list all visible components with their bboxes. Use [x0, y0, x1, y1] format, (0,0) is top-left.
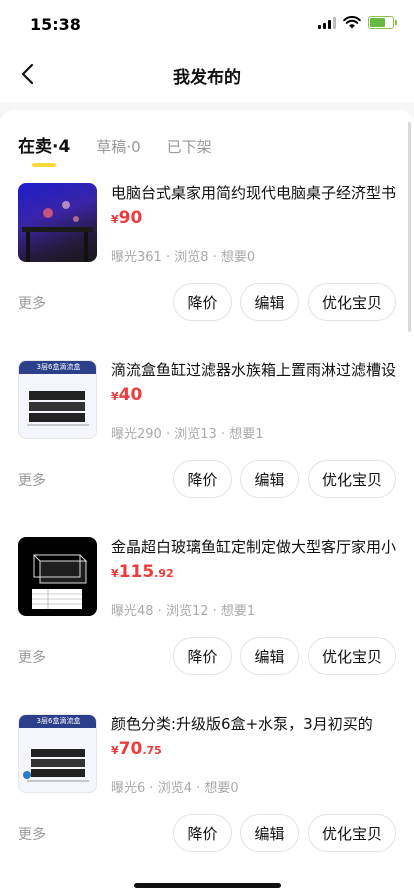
reduce-price-button[interactable]: 降价: [173, 814, 232, 852]
listing-item[interactable]: 金晶超白玻璃鱼缸定制定做大型客厅家用小 ¥115.92 曝光48 · 浏览12 …: [0, 537, 414, 714]
page-title: 我发布的: [173, 68, 241, 88]
currency-symbol: ¥: [111, 744, 119, 757]
more-button[interactable]: 更多: [18, 293, 46, 313]
reduce-price-button[interactable]: 降价: [173, 460, 232, 498]
edit-button[interactable]: 编辑: [240, 637, 299, 675]
currency-symbol: ¥: [111, 390, 119, 403]
listing-thumbnail[interactable]: [18, 537, 97, 616]
listing-stats: 曝光6 · 浏览4 · 想要0: [111, 781, 239, 796]
edit-button[interactable]: 编辑: [240, 814, 299, 852]
optimize-button[interactable]: 优化宝贝: [308, 637, 396, 675]
want-count: 想要0: [220, 250, 256, 265]
more-button[interactable]: 更多: [18, 647, 46, 667]
edit-button[interactable]: 编辑: [240, 283, 299, 321]
listing-stats: 曝光361 · 浏览8 · 想要0: [111, 250, 256, 265]
view-count: 浏览12: [165, 604, 209, 619]
more-button[interactable]: 更多: [18, 470, 46, 490]
view-count: 浏览4: [157, 781, 192, 796]
listing-thumbnail[interactable]: 3层6盒滴流盒: [18, 360, 97, 439]
exposure-count: 曝光6: [111, 781, 146, 796]
price-integer: 40: [118, 385, 143, 405]
tab-label: 草稿: [96, 138, 127, 156]
active-tab-underline: [32, 163, 56, 167]
thumbnail-banner: 3层6盒滴流盒: [19, 361, 96, 374]
battery-charging-icon: [368, 16, 397, 29]
listing-item[interactable]: 3层6盒滴流盒 颜色分类:升级版6盒+水泵，3月初买的 ¥70.75 曝光6 ·…: [0, 714, 414, 891]
price-decimal: .92: [154, 567, 174, 580]
listing-price: ¥90: [111, 208, 142, 228]
status-tabs: 在卖·4 草稿·0 已下架: [18, 132, 212, 167]
status-bar: 15:38: [0, 0, 414, 48]
wifi-icon: [343, 16, 361, 29]
listing-thumbnail[interactable]: 3层6盒滴流盒: [18, 714, 97, 793]
listing-title[interactable]: 滴流盒鱼缸过滤器水族箱上置雨淋过滤槽设: [111, 360, 401, 380]
listing-title[interactable]: 颜色分类:升级版6盒+水泵，3月初买的: [111, 714, 401, 734]
listing-price: ¥115.92: [111, 562, 174, 582]
tab-on-sale[interactable]: 在卖·4: [18, 132, 71, 167]
desk-photo-icon: [22, 201, 93, 262]
listing-stats: 曝光48 · 浏览12 · 想要1: [111, 604, 256, 619]
price-decimal: .75: [142, 744, 162, 757]
listing-thumbnail[interactable]: [18, 183, 97, 262]
price-integer: 90: [118, 208, 143, 228]
listing-title[interactable]: 电脑台式桌家用简约现代电脑桌子经济型书: [111, 183, 401, 203]
tab-count: ·4: [52, 137, 71, 157]
currency-symbol: ¥: [111, 213, 119, 226]
home-indicator[interactable]: [134, 883, 281, 888]
status-time: 15:38: [30, 15, 81, 34]
want-count: 想要0: [204, 781, 239, 796]
status-icons: [318, 16, 397, 29]
edit-button[interactable]: 编辑: [240, 460, 299, 498]
reduce-price-button[interactable]: 降价: [173, 283, 232, 321]
tab-delisted[interactable]: 已下架: [167, 136, 212, 157]
want-count: 想要1: [229, 427, 264, 442]
tab-count: ·0: [126, 138, 141, 156]
currency-symbol: ¥: [111, 567, 119, 580]
view-count: 浏览13: [174, 427, 217, 442]
price-integer: 70: [118, 739, 143, 759]
reduce-price-button[interactable]: 降价: [173, 637, 232, 675]
listing-price: ¥40: [111, 385, 142, 405]
optimize-button[interactable]: 优化宝贝: [308, 814, 396, 852]
listing-title[interactable]: 金晶超白玻璃鱼缸定制定做大型客厅家用小: [111, 537, 401, 557]
nav-bar: 我发布的: [0, 48, 414, 102]
listings-panel: 在卖·4 草稿·0 已下架 电脑台式桌家用简约现代电脑桌子经济型书 ¥90 曝光…: [0, 110, 414, 896]
thumbnail-banner: 3层6盒滴流盒: [19, 715, 96, 728]
fish-tank-photo-icon: [32, 554, 88, 609]
tab-label: 在卖: [18, 137, 52, 157]
optimize-button[interactable]: 优化宝贝: [308, 283, 396, 321]
price-integer: 115: [118, 562, 155, 582]
optimize-button[interactable]: 优化宝贝: [308, 460, 396, 498]
view-count: 浏览8: [174, 250, 209, 265]
listing-price: ¥70.75: [111, 739, 162, 759]
tab-drafts[interactable]: 草稿·0: [96, 136, 140, 157]
signal-icon: [318, 16, 336, 29]
listing-item[interactable]: 电脑台式桌家用简约现代电脑桌子经济型书 ¥90 曝光361 · 浏览8 · 想要…: [0, 183, 414, 360]
exposure-count: 曝光48: [111, 604, 154, 619]
exposure-count: 曝光290: [111, 427, 162, 442]
want-count: 想要1: [220, 604, 256, 619]
listing-item[interactable]: 3层6盒滴流盒 滴流盒鱼缸过滤器水族箱上置雨淋过滤槽设 ¥40 曝光290 · …: [0, 360, 414, 537]
tab-label: 已下架: [166, 138, 212, 156]
more-button[interactable]: 更多: [18, 824, 46, 844]
exposure-count: 曝光361: [111, 250, 162, 265]
listing-stats: 曝光290 · 浏览13 · 想要1: [111, 427, 264, 442]
